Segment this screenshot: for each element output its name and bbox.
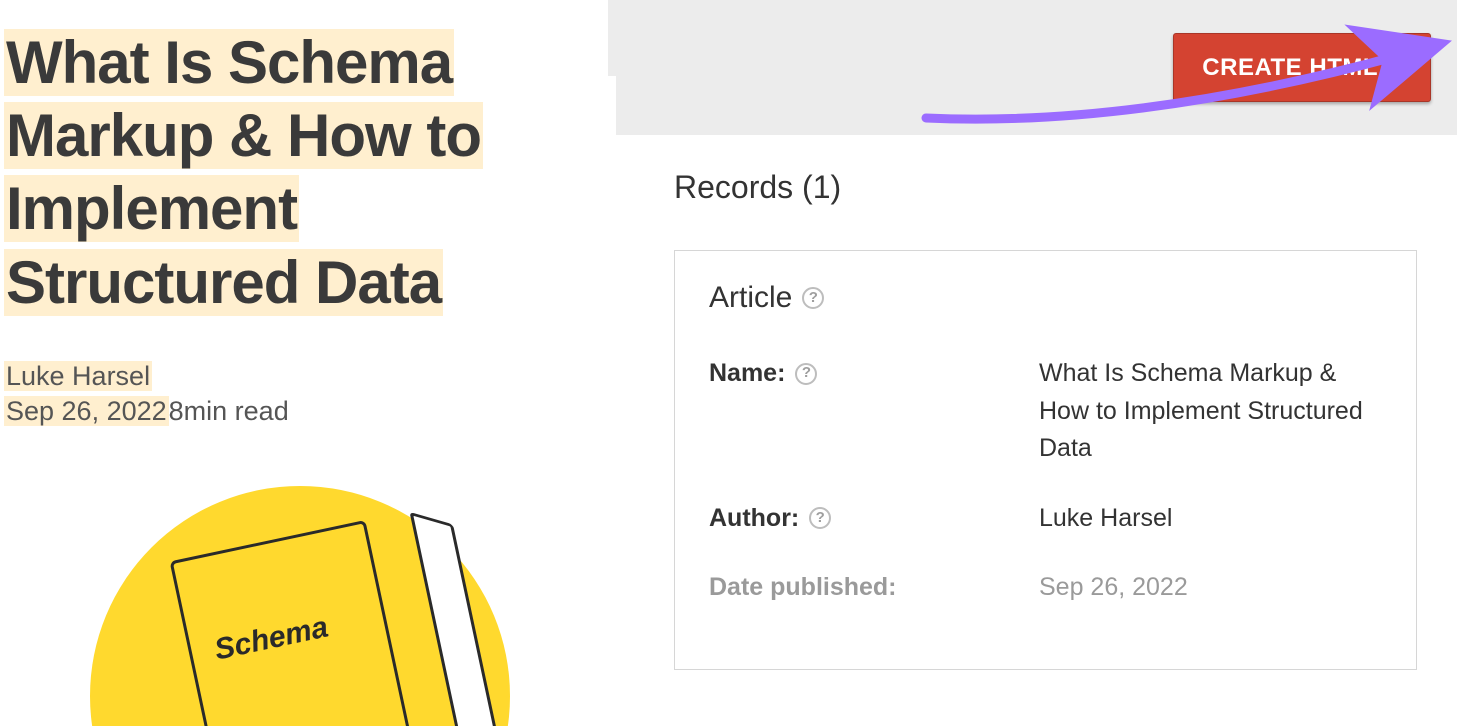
help-icon[interactable]: ? xyxy=(802,287,824,309)
article-read-time: 8min read xyxy=(169,396,289,426)
create-html-label: CREATE HTML xyxy=(1202,54,1378,82)
chevron-right-icon xyxy=(1390,52,1406,83)
field-value-author[interactable]: Luke Harsel xyxy=(1039,490,1382,560)
help-icon[interactable]: ? xyxy=(809,507,831,529)
field-label-name: Name: xyxy=(709,355,785,393)
article-record-card: Article ? Name: ? What Is Schema Markup … xyxy=(674,250,1417,670)
create-html-button[interactable]: CREATE HTML xyxy=(1173,33,1431,102)
toolbar: CREATE HTML xyxy=(616,0,1457,135)
article-date: Sep 26, 2022 xyxy=(4,396,169,426)
field-row-date-published: Date published: Sep 26, 2022 xyxy=(709,559,1382,629)
field-row-name: Name: ? What Is Schema Markup & How to I… xyxy=(709,345,1382,490)
field-value-name[interactable]: What Is Schema Markup & How to Implement… xyxy=(1039,345,1382,490)
card-title: Article xyxy=(709,281,792,315)
records-content: Records (1) Article ? Name: ? Wha xyxy=(616,135,1457,726)
title-line: Structured Data xyxy=(4,249,443,316)
records-title: Records (1) xyxy=(674,169,1417,206)
title-line: What Is Schema xyxy=(4,29,454,96)
field-label-date-published: Date published: xyxy=(709,573,897,601)
field-label-author: Author: xyxy=(709,500,799,538)
article-illustration: Schema xyxy=(90,486,510,726)
help-icon[interactable]: ? xyxy=(795,363,817,385)
article-title: What Is Schema Markup & How to Implement… xyxy=(4,26,608,319)
article-meta: Luke Harsel Sep 26, 20228min read xyxy=(4,359,608,429)
tool-pane: CREATE HTML Records (1) Article ? xyxy=(616,0,1457,726)
pane-divider xyxy=(608,0,616,76)
field-value-date-published[interactable]: Sep 26, 2022 xyxy=(1039,559,1382,629)
field-row-author: Author: ? Luke Harsel xyxy=(709,490,1382,560)
article-author: Luke Harsel xyxy=(4,361,152,391)
title-line: Markup & How to xyxy=(4,102,483,169)
title-line: Implement xyxy=(4,175,299,242)
article-preview-pane: What Is Schema Markup & How to Implement… xyxy=(0,0,608,726)
